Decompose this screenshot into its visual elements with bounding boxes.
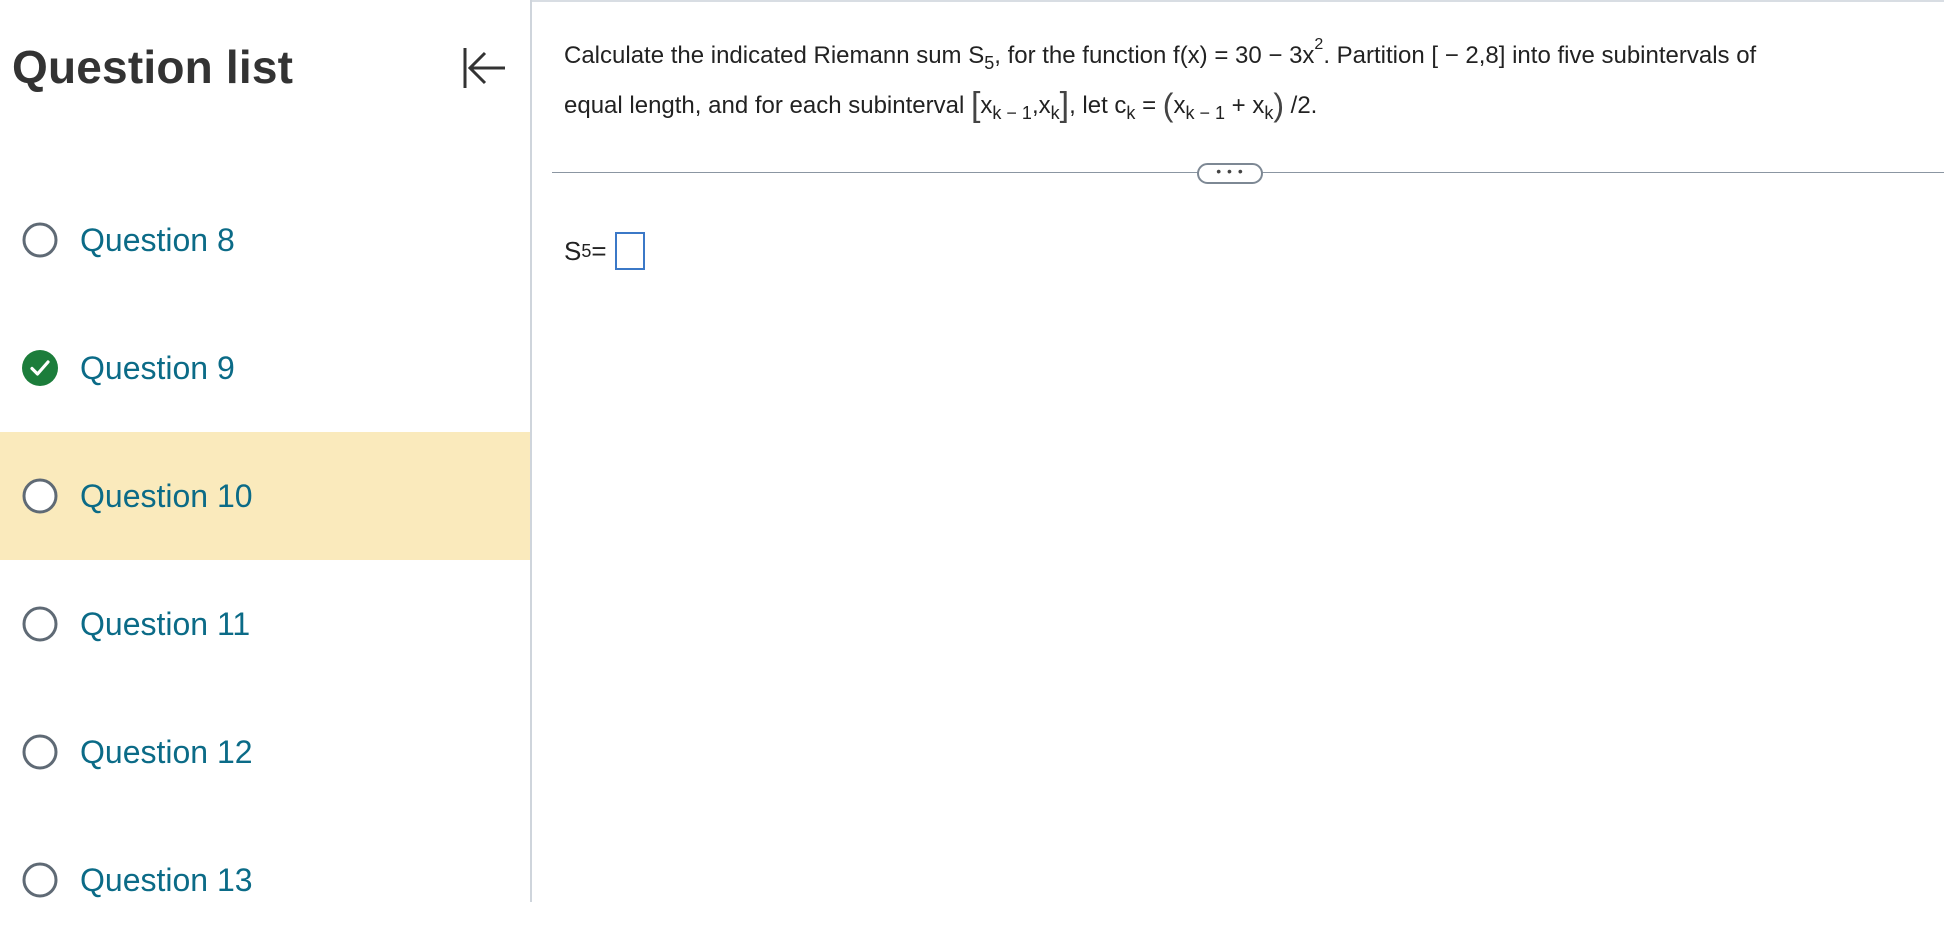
let-text: , let c [1069, 92, 1127, 119]
sidebar-item-question-10[interactable]: Question 10 [0, 432, 530, 560]
prompt-sub: 5 [984, 53, 995, 73]
sum-x: x [1173, 92, 1186, 119]
interval-sub: k [1050, 103, 1060, 123]
sum-sub: k [1264, 103, 1274, 123]
equals: = [1135, 92, 1163, 119]
prompt-subinterval-text: equal length, and for each subinterval [564, 92, 965, 119]
prompt-line-2: equal length, and for each subinterval [… [564, 84, 1924, 134]
answer-label-sub: 5 [581, 240, 592, 261]
right-paren: ) [1273, 87, 1284, 123]
sidebar-item-question-9[interactable]: Question 9 [0, 304, 530, 432]
sidebar-item-question-12[interactable]: Question 12 [0, 688, 530, 816]
prompt-partition: . Partition [ − 2,8] into five subinterv… [1323, 42, 1757, 69]
answer-row: S5 = [564, 232, 645, 270]
sidebar-item-question-11[interactable]: Question 11 [0, 560, 530, 688]
sidebar-item-label: Question 13 [80, 861, 253, 898]
prompt-exponent: 2 [1314, 36, 1324, 53]
interval-sub: k − 1 [992, 103, 1032, 123]
sidebar-item-label: Question 9 [80, 349, 235, 386]
left-paren: ( [1162, 87, 1174, 123]
prompt-function: , for the function f(x) = 30 − 3x [994, 42, 1315, 69]
left-bracket: [ [970, 86, 981, 124]
interval-x: x [980, 92, 993, 119]
prompt-lead: Calculate the indicated Riemann sum S [564, 42, 985, 69]
unanswered-circle-icon [22, 606, 58, 642]
interval-sep: , [1031, 92, 1039, 119]
sum-sub: k − 1 [1185, 103, 1225, 123]
question-prompt: Calculate the indicated Riemann sum S5, … [564, 24, 1924, 134]
unanswered-circle-icon [22, 734, 58, 770]
sidebar-item-question-8[interactable]: Question 8 [0, 176, 530, 304]
divide-by-two: /2. [1283, 92, 1318, 119]
unanswered-circle-icon [22, 222, 58, 258]
plus: + [1224, 92, 1253, 119]
sidebar-item-label: Question 12 [80, 733, 253, 770]
question-list-sidebar: Question list Question 8 Question 9 Ques… [0, 0, 532, 902]
collapse-sidebar-button[interactable] [456, 40, 512, 96]
answer-input-box[interactable] [614, 232, 645, 270]
answer-equals: = [591, 235, 607, 266]
collapse-left-icon [463, 48, 505, 88]
unanswered-circle-icon [22, 478, 58, 514]
unanswered-circle-icon [22, 862, 58, 898]
sidebar-item-label: Question 11 [80, 605, 251, 642]
sidebar-title: Question list [12, 41, 294, 93]
sidebar-item-label: Question 10 [80, 477, 253, 514]
completed-check-icon [22, 350, 58, 386]
answer-label: S [564, 235, 582, 266]
sidebar-item-question-13[interactable]: Question 13 [0, 816, 530, 944]
question-panel: Calculate the indicated Riemann sum S5, … [532, 0, 1944, 902]
right-bracket: ] [1059, 86, 1070, 124]
interval-x: x [1038, 92, 1051, 119]
sum-x: x [1252, 92, 1265, 119]
sidebar-item-label: Question 8 [80, 221, 235, 258]
expand-more-button[interactable]: • • • [1197, 163, 1263, 184]
